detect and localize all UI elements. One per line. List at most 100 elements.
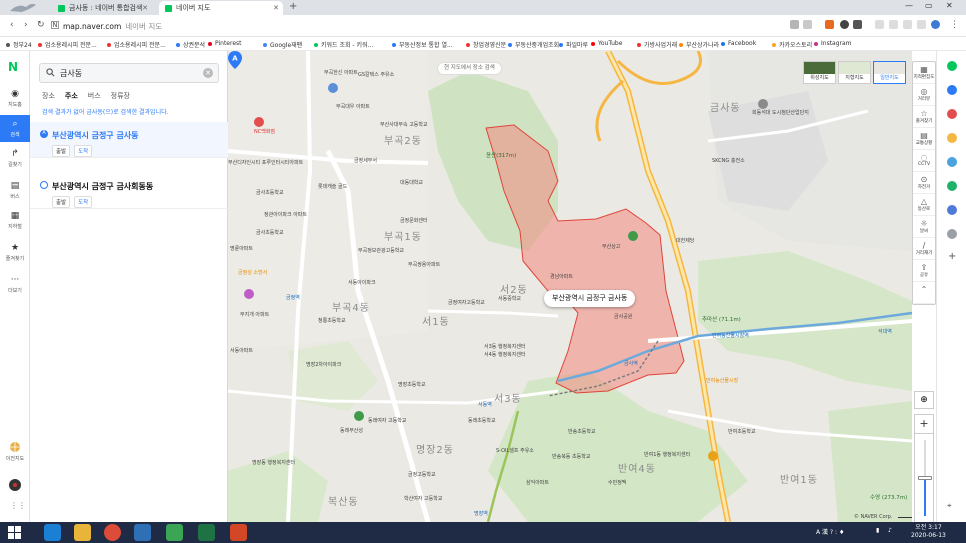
poi-pin-icon[interactable] xyxy=(628,231,638,241)
map-tool-item[interactable]: ☆ 즐겨찾기 xyxy=(913,106,935,128)
poi-label[interactable]: 금사초등학교 xyxy=(256,229,284,236)
zoom-in-button[interactable]: + xyxy=(914,414,934,434)
map-tool-item[interactable]: ☼ 날씨 xyxy=(913,216,935,238)
bookmark-item[interactable]: 부동산정보 통합 열... xyxy=(392,40,453,49)
poi-label[interactable]: 부산디자인시티 포루인터시티아파트 xyxy=(228,159,303,166)
poi-pin-icon[interactable] xyxy=(328,83,338,93)
poi-label[interactable]: 롯데캐슬 골드 xyxy=(318,183,347,190)
bookmark-item[interactable]: YouTube xyxy=(591,40,622,47)
poi-label[interactable]: 반송북동 초등학교 xyxy=(552,453,590,460)
start-button[interactable]: 출발 xyxy=(52,145,71,157)
bookmark-item[interactable]: 부동산중개업조회 xyxy=(508,40,559,49)
poi-label[interactable]: 금사공원 xyxy=(614,313,632,320)
extension-heart-icon[interactable] xyxy=(790,20,799,29)
green-app-icon[interactable] xyxy=(166,524,183,541)
poi-label[interactable]: 반여농산물시장 xyxy=(706,377,738,384)
rail-item-favorites[interactable]: ★ 즐겨찾기 xyxy=(0,243,30,262)
window-icon[interactable] xyxy=(917,20,926,29)
tab-place[interactable]: 장소 xyxy=(42,91,55,101)
map-canvas[interactable]: 부곡2동 부곡1동 부곡4동 서1동 서2동 서3동 금사동 명장2동 반여4동… xyxy=(228,51,912,522)
clear-search-icon[interactable]: ✕ xyxy=(203,68,213,78)
station-label[interactable]: 서동역 xyxy=(478,401,492,408)
poi-label[interactable]: 명장초등학교 xyxy=(398,381,426,388)
menu-kebab-icon[interactable]: ⋮ xyxy=(950,20,959,30)
bookmark-item[interactable]: 가방사업거래 xyxy=(637,40,677,49)
back-icon[interactable]: ‹ xyxy=(10,20,14,30)
peak-label[interactable]: 윤산(317m) xyxy=(486,151,516,159)
add-side-app-icon[interactable]: + xyxy=(948,251,956,262)
search-this-area-button[interactable]: 현 지도에서 장소 검색 xyxy=(437,62,502,75)
forward-icon[interactable]: › xyxy=(24,20,28,30)
side-app-red-icon[interactable] xyxy=(947,109,957,119)
tab-bus-stop[interactable]: 정류장 xyxy=(111,91,130,101)
close-window-icon[interactable]: ✕ xyxy=(946,1,953,10)
poi-label[interactable]: 부곡대우 아파트 xyxy=(336,103,370,110)
windows-start-icon[interactable] xyxy=(8,526,21,539)
site-info-icon[interactable]: N xyxy=(51,21,59,29)
poi-label[interactable]: 반여초등학교 xyxy=(728,428,756,435)
minimize-icon[interactable]: — xyxy=(905,1,913,10)
poi-label[interactable]: 금정문화센터 xyxy=(400,217,428,224)
poi-label[interactable]: 부산상고 xyxy=(602,243,620,250)
excel-icon[interactable] xyxy=(198,524,215,541)
my-location-icon[interactable]: ⊕ xyxy=(914,391,934,409)
map-tool-item[interactable]: ∕ 거리재기 xyxy=(913,238,935,260)
poi-label[interactable]: 부곡한신 아파트 xyxy=(324,69,358,76)
poi-label[interactable]: 학산여자 고등학교 xyxy=(404,495,442,502)
peak-label[interactable]: 수영 (273.7m) xyxy=(870,493,907,501)
side-app-indigo-icon[interactable] xyxy=(947,205,957,215)
bookmark-item[interactable]: 상권분석 xyxy=(176,40,205,49)
station-label[interactable]: 명장역 xyxy=(474,510,488,517)
new-tab-button[interactable]: + xyxy=(289,1,297,12)
poi-label[interactable]: 삼익아파트 xyxy=(526,479,549,486)
search-input[interactable]: 금사동 ✕ xyxy=(39,63,219,83)
maximize-icon[interactable]: ▭ xyxy=(925,1,933,10)
map-tool-item[interactable]: △ 등산로 xyxy=(913,194,935,216)
extension-orange-icon[interactable] xyxy=(825,20,834,29)
poi-label[interactable]: 서동중학교 xyxy=(498,295,521,302)
rail-item-previous-map[interactable]: 이전지도 xyxy=(0,441,30,462)
tab-address[interactable]: 주소 xyxy=(65,91,78,101)
user-avatar[interactable] xyxy=(9,479,21,491)
poi-label[interactable]: 무지개 아파트 xyxy=(240,311,269,318)
bookmark-item[interactable]: 정부24 xyxy=(6,40,32,49)
poi-label[interactable]: 서4동 행정복지센터 xyxy=(484,351,526,358)
poi-label[interactable]: GS칼텍스 주유소 xyxy=(358,71,394,78)
address-bar[interactable]: map.naver.com 네이버 지도 xyxy=(63,19,783,33)
map-tool-item[interactable]: ◌ CCTV xyxy=(913,150,935,172)
arrive-button[interactable]: 도착 xyxy=(74,145,93,157)
bookmark-item[interactable]: 업소용레시피 전문... xyxy=(107,40,166,49)
bookmark-star-icon[interactable] xyxy=(803,20,812,29)
peak-label[interactable]: 추마산 (71.1m) xyxy=(702,315,741,323)
poi-label[interactable]: 금정세무서 xyxy=(354,157,377,164)
poi-label[interactable]: 청룡초등학교 xyxy=(318,317,346,324)
bookmark-item[interactable]: 카카오스토리 xyxy=(772,40,812,49)
poi-label[interactable]: 동래여자 고등학교 xyxy=(368,417,406,424)
bookmark-item[interactable]: 업소용레시피 전문... xyxy=(38,40,97,49)
poi-label[interactable]: 대동대학교 xyxy=(400,179,423,186)
poi-label[interactable]: 명륜아파트 xyxy=(230,245,253,252)
bookmark-item[interactable]: 창업경영신문 xyxy=(466,40,506,49)
poi-pin-icon[interactable] xyxy=(354,411,364,421)
tab-naver-map[interactable]: 네이버 지도 ✕ xyxy=(159,1,283,15)
rail-item-subway[interactable]: ▦ 지하철 xyxy=(0,211,30,230)
poi-pin-icon[interactable] xyxy=(244,289,254,299)
poi-label[interactable]: 금정성 소방서 xyxy=(238,269,267,276)
profile-avatar-icon[interactable] xyxy=(931,20,940,29)
download-icon[interactable] xyxy=(875,20,884,29)
side-app-gray-icon[interactable] xyxy=(947,229,957,239)
tab-naver-search[interactable]: 금사동 : 네이버 통합검색 ✕ xyxy=(52,1,152,15)
powerpoint-icon[interactable] xyxy=(230,524,247,541)
selected-location-pin-icon[interactable]: A xyxy=(228,51,242,69)
result-item[interactable]: A 부산광역시 금정구 금사동 출발 도착 xyxy=(30,122,228,158)
poi-label[interactable]: 회동석대 도시첨단산업단지 xyxy=(752,109,809,116)
start-button[interactable]: 출발 xyxy=(52,196,71,208)
map-tool-item[interactable]: ⇪ 공유 xyxy=(913,260,935,282)
zoom-slider[interactable] xyxy=(914,434,934,522)
rail-item-map-home[interactable]: ◉ 지도홈 xyxy=(0,89,30,108)
poi-label[interactable]: 금정고등학교 xyxy=(408,471,436,478)
poi-label[interactable]: 부곡쌍용아파트 xyxy=(408,261,440,268)
internet-explorer-icon[interactable] xyxy=(44,524,61,541)
extension-info-icon[interactable] xyxy=(853,20,862,29)
volume-icon[interactable]: ♪ xyxy=(888,527,892,534)
